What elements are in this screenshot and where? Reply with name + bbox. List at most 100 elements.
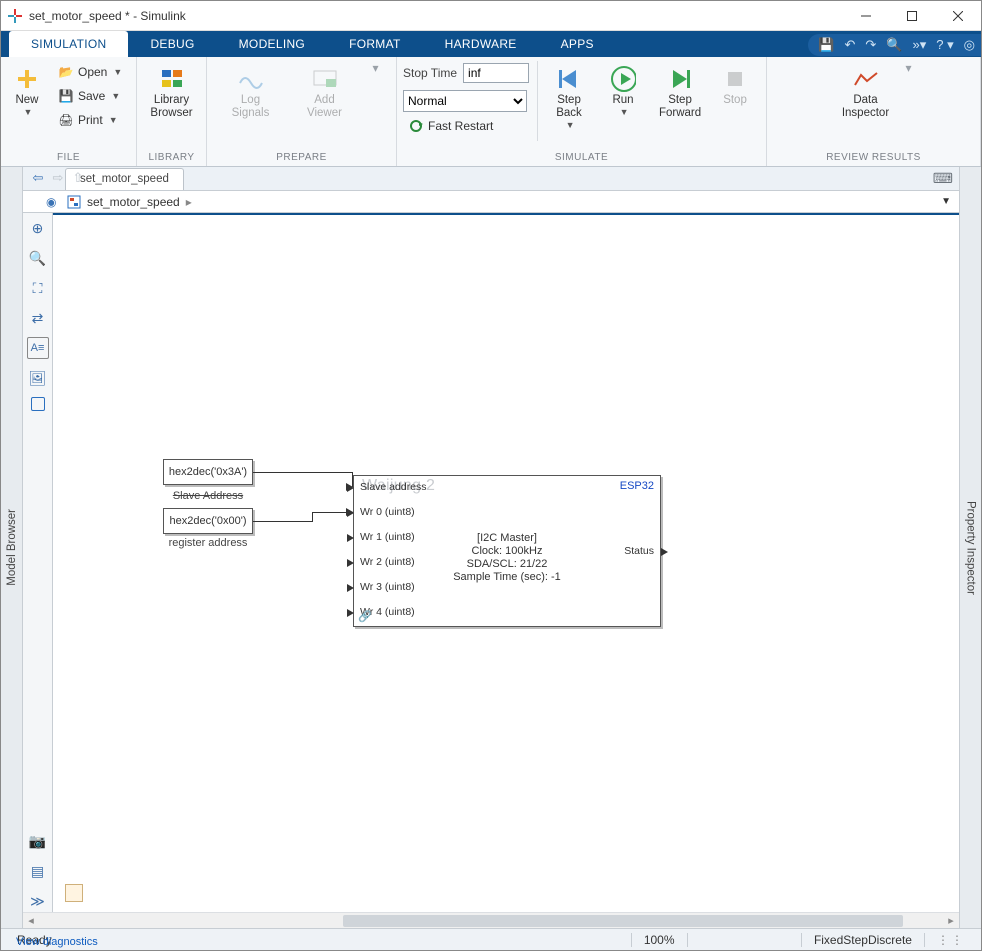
add-viewer-button: Add Viewer [297, 61, 353, 125]
port-in-icon [347, 584, 354, 592]
step-back-button[interactable]: Step Back▼ [546, 61, 592, 135]
camera-icon[interactable]: 📷 [27, 830, 49, 852]
open-button[interactable]: 📂Open▼ [53, 61, 127, 83]
wire [312, 512, 313, 522]
tab-apps[interactable]: APPS [539, 31, 616, 57]
step-forward-button[interactable]: Step Forward [654, 61, 706, 125]
constant1-label: Slave Address [153, 490, 263, 502]
status-solver[interactable]: FixedStepDiscrete [802, 933, 924, 947]
redo-icon[interactable]: ↷ [865, 37, 876, 53]
layers-icon[interactable]: ▤ [27, 860, 49, 882]
undo-icon[interactable]: ↶ [845, 37, 856, 53]
port-out-icon [661, 548, 668, 556]
fitscreen-icon[interactable]: ⛶ [27, 277, 49, 299]
run-button[interactable]: Run▼ [600, 61, 646, 122]
print-label: Print [78, 113, 103, 127]
image-icon[interactable]: 🖼 [27, 367, 49, 389]
annotate-icon[interactable]: A≡ [27, 337, 49, 359]
step-back-label: Step Back [556, 94, 582, 120]
tab-modeling[interactable]: MODELING [217, 31, 327, 57]
status-zoom[interactable]: 100% [632, 933, 687, 947]
sim-mode-select[interactable]: Normal [403, 90, 527, 112]
review-expand[interactable]: ▾ [904, 61, 914, 75]
stop-button: Stop [714, 61, 756, 112]
quick-access-toolbar: 💾 ↶ ↷ 🔍 »▾ ? ▾ ◎ [808, 34, 981, 56]
tab-hardware[interactable]: HARDWARE [423, 31, 539, 57]
constant2-label: register address [153, 537, 263, 549]
expand-palette-icon[interactable]: ≫ [27, 890, 49, 912]
prepare-expand[interactable]: ▾ [371, 61, 381, 75]
port-label: Wr 3 (uint8) [360, 581, 415, 593]
save-label: Save [78, 89, 105, 103]
scroll-right-icon[interactable]: ▸ [943, 914, 959, 927]
maximize-button[interactable] [889, 1, 935, 31]
stop-label: Stop [723, 94, 747, 107]
new-label: New [15, 94, 38, 107]
statusbar: Ready View diagnostics 100% FixedStepDis… [1, 928, 981, 950]
keyboard-icon[interactable]: ⌨ [933, 170, 953, 187]
i2c-master-block[interactable]: Waijung 2 ESP32 [I2C Master] Clock: 100k… [353, 475, 661, 627]
fit-icon[interactable]: ⊕ [27, 217, 49, 239]
fast-restart-button[interactable]: Fast Restart [403, 115, 529, 137]
group-prepare-label: PREPARE [213, 150, 390, 166]
constant1-text: hex2dec('0x3A') [169, 466, 247, 478]
scroll-thumb[interactable] [343, 915, 903, 927]
app-icon [7, 8, 23, 24]
crumb-dropdown[interactable]: ▼ [941, 196, 951, 207]
group-prepare: Log Signals Add Viewer ▾ PREPARE [207, 57, 397, 166]
library-browser-label: Library Browser [150, 94, 192, 120]
port-in-icon [347, 559, 354, 567]
status-more-icon[interactable]: ⋮⋮ [925, 933, 977, 947]
group-library: Library Browser LIBRARY [137, 57, 207, 166]
minimize-button[interactable] [843, 1, 889, 31]
close-button[interactable] [935, 1, 981, 31]
tab-debug[interactable]: DEBUG [128, 31, 216, 57]
nav-pin-icon[interactable]: ◉ [46, 195, 56, 209]
view-diagnostics-link[interactable]: View diagnostics [4, 936, 110, 948]
block-icon[interactable] [31, 397, 45, 411]
more-icon[interactable]: »▾ [913, 37, 927, 53]
zoom-icon[interactable]: 🔍 [27, 247, 49, 269]
wire [253, 521, 313, 522]
port-in-icon [347, 534, 354, 542]
horizontal-scrollbar[interactable]: ◂ ▸ [23, 912, 959, 928]
signal-icon[interactable]: ⇄ [27, 307, 49, 329]
help-icon[interactable]: ? ▾ [936, 37, 953, 53]
print-button[interactable]: 🖨Print▼ [53, 109, 127, 131]
nav-up-icon: ⇧ [69, 169, 87, 187]
data-inspector-button[interactable]: Data Inspector [834, 61, 898, 125]
group-review-label: REVIEW RESULTS [773, 150, 974, 166]
overview-toggle[interactable] [65, 884, 83, 902]
model-tabrow: ⇦ ⇨ ⇧ set_motor_speed ⌨ [23, 167, 959, 191]
tab-format[interactable]: FORMAT [327, 31, 423, 57]
nav-fwd-icon: ⇨ [49, 169, 67, 187]
group-simulate-label: SIMULATE [403, 150, 760, 166]
crumb-name[interactable]: set_motor_speed [87, 195, 180, 209]
log-signals-label: Log Signals [232, 94, 270, 120]
window-title: set_motor_speed * - Simulink [29, 9, 843, 23]
save-icon[interactable]: 💾 [818, 37, 834, 53]
target-icon[interactable]: ◎ [964, 37, 975, 53]
ribbon: New ▼ 📂Open▼ 💾Save▼ 🖨Print▼ FILE Library… [1, 57, 981, 167]
wire [253, 472, 353, 473]
constant-block-slave-address[interactable]: hex2dec('0x3A') [163, 459, 253, 485]
canvas[interactable]: hex2dec('0x3A') Slave Address hex2dec('0… [53, 213, 959, 912]
model-browser-tab[interactable]: Model Browser [1, 167, 23, 928]
group-file-label: FILE [7, 150, 130, 166]
scroll-left-icon[interactable]: ◂ [23, 914, 39, 927]
new-button[interactable]: New ▼ [7, 61, 47, 122]
tab-simulation[interactable]: SIMULATION [9, 31, 128, 57]
save-button[interactable]: 💾Save▼ [53, 85, 127, 107]
nav-back-icon[interactable]: ⇦ [29, 169, 47, 187]
port-label: Status [624, 545, 654, 557]
block-brand: ESP32 [620, 480, 654, 492]
property-inspector-tab[interactable]: Property Inspector [959, 167, 981, 928]
constant2-text: hex2dec('0x00') [170, 515, 247, 527]
breadcrumb: ◉ set_motor_speed ▸ ▼ [23, 191, 959, 213]
search-icon[interactable]: 🔍 [886, 37, 902, 53]
add-viewer-label: Add Viewer [307, 94, 342, 120]
library-browser-button[interactable]: Library Browser [144, 61, 200, 125]
constant-block-register-address[interactable]: hex2dec('0x00') [163, 508, 253, 534]
stoptime-input[interactable] [463, 63, 529, 83]
port-in-icon [347, 609, 354, 617]
